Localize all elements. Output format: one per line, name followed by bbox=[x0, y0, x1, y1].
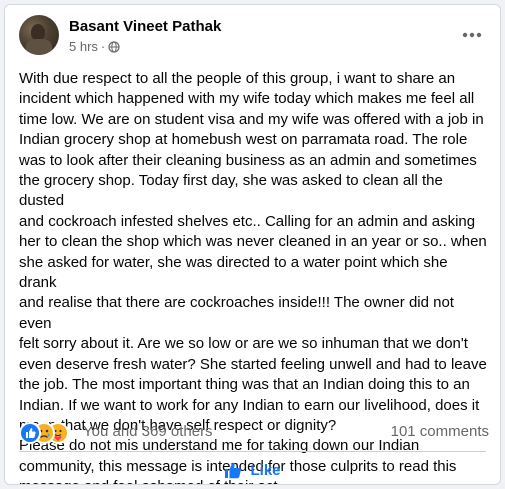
post-header: Basant Vineet Pathak 5 hrs · bbox=[15, 15, 490, 59]
author-name[interactable]: Basant Vineet Pathak bbox=[69, 18, 221, 35]
like-reaction-icon bbox=[19, 422, 41, 444]
more-options-button[interactable] bbox=[456, 19, 488, 51]
avatar[interactable] bbox=[19, 15, 59, 55]
reactions-bar: You and 369 others 101 comments bbox=[19, 419, 489, 445]
post-meta: 5 hrs · bbox=[69, 39, 120, 54]
comments-count[interactable]: 101 comments bbox=[391, 423, 489, 440]
action-divider bbox=[19, 451, 486, 452]
like-button[interactable]: Like bbox=[19, 454, 486, 484]
post-card: Basant Vineet Pathak 5 hrs · With due re… bbox=[4, 4, 501, 485]
thumbs-up-icon bbox=[225, 462, 242, 479]
more-horizontal-icon bbox=[462, 32, 482, 38]
post-time[interactable]: 5 hrs bbox=[69, 39, 98, 54]
avatar-body-shape bbox=[26, 39, 52, 55]
reaction-summary[interactable]: You and 369 others bbox=[83, 423, 213, 440]
avatar-head-shape bbox=[31, 24, 45, 40]
globe-icon[interactable] bbox=[108, 40, 120, 53]
like-label: Like bbox=[250, 461, 281, 479]
meta-separator: · bbox=[100, 39, 106, 54]
reaction-icons[interactable] bbox=[19, 422, 75, 444]
